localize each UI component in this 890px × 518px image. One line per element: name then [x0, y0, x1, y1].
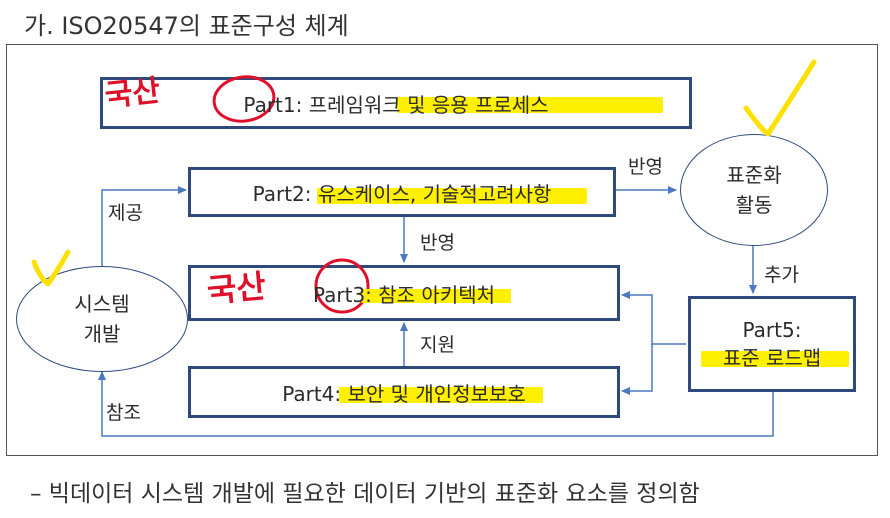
part5-label-line1: Part5:	[742, 318, 802, 342]
system-dev-line1: 시스템	[74, 292, 130, 316]
part1-label: Part1: 프레임워크 및 응용 프로세스	[243, 92, 549, 117]
standardization-line1: 표준화	[726, 163, 782, 187]
label-add: 추가	[764, 264, 799, 286]
standardization-line2: 활동	[735, 193, 773, 217]
label-reflect-top: 반영	[628, 156, 663, 178]
label-reflect-mid: 반영	[420, 232, 455, 254]
system-dev-line2: 개발	[83, 322, 121, 346]
part2-box: Part2: 유스케이스, 기술적고려사항	[188, 167, 616, 217]
standardization-activity-oval: 표준화 활동	[680, 134, 828, 246]
arrow-part5-part3	[621, 291, 686, 345]
part2-label: Part2: 유스케이스, 기술적고려사항	[252, 181, 552, 206]
part4-box: Part4: 보안 및 개인정보보호	[188, 366, 620, 418]
footer-description: – 빅데이터 시스템 개발에 필요한 데이터 기반의 표준화 요소를 정의함	[30, 481, 700, 507]
system-development-oval: 시스템 개발	[16, 266, 188, 372]
part3-label: Part3: 참조 아키텍처	[312, 282, 496, 307]
arrow-part5-part4	[621, 344, 653, 395]
label-provide: 제공	[108, 202, 143, 224]
part3-box: Part3: 참조 아키텍처	[188, 265, 620, 321]
part5-label-line2: 표준 로드맵	[722, 346, 822, 370]
part1-box: Part1: 프레임워크 및 응용 프로세스	[100, 77, 692, 129]
label-reference: 참조	[106, 402, 141, 424]
part5-box: Part5: 표준 로드맵	[688, 296, 856, 392]
part4-label: Part4: 보안 및 개인정보보호	[282, 381, 526, 406]
label-support: 지원	[420, 334, 455, 356]
